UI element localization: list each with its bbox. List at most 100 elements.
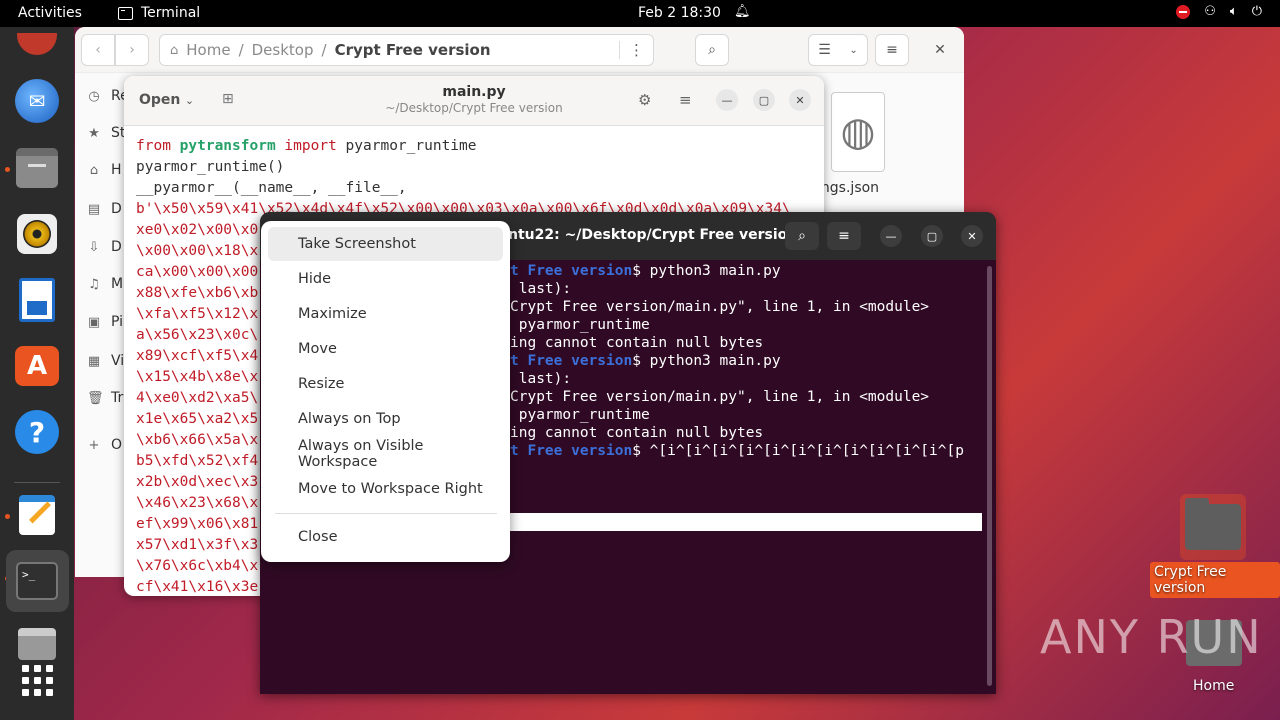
menu-move-to-workspace-right[interactable]: Move to Workspace Right: [268, 472, 503, 506]
path-home[interactable]: Home: [186, 41, 230, 59]
disk-icon: [18, 628, 56, 660]
trash-icon: 🗑︎: [87, 390, 104, 406]
search-icon: ⌕: [708, 42, 716, 58]
help-icon: ?: [15, 410, 59, 454]
terminal-output[interactable]: t Free version$ python3 main.py last): C…: [510, 262, 964, 460]
close-icon: ✕: [967, 229, 977, 243]
chevron-left-icon: ‹: [95, 42, 101, 58]
dock-files[interactable]: [14, 145, 60, 191]
files-menu-button[interactable]: ≡: [875, 34, 909, 66]
close-icon: ✕: [795, 93, 805, 107]
picture-icon: ▣: [87, 314, 101, 330]
plus-icon: +: [88, 437, 100, 453]
menu-maximize[interactable]: Maximize: [268, 297, 503, 331]
settings-icon[interactable]: ⚙: [638, 91, 651, 109]
menu-resize[interactable]: Resize: [268, 367, 503, 401]
app-name: Terminal: [141, 5, 201, 21]
app-menu[interactable]: Terminal: [118, 5, 200, 21]
list-view-icon: ☰: [818, 42, 831, 58]
editor-header: Open ⌄ ⊞ main.py ~/Desktop/Crypt Free ve…: [124, 76, 824, 126]
clock[interactable]: Feb 2 18:30: [638, 5, 721, 21]
dock-thunderbird[interactable]: ✉: [14, 78, 60, 124]
menu-take-screenshot[interactable]: Take Screenshot: [268, 227, 503, 261]
dock-text-editor[interactable]: [14, 492, 60, 538]
dock-app-partial[interactable]: [14, 21, 60, 67]
files-close-button[interactable]: ✕: [925, 34, 955, 66]
music-icon: ♫: [88, 276, 100, 292]
sidebar-item-other-locations[interactable]: + O: [87, 437, 122, 453]
text-editor-icon: [19, 495, 55, 535]
libreoffice-writer-icon: [19, 278, 55, 322]
files-icon: [16, 148, 58, 188]
menu-hide[interactable]: Hide: [268, 262, 503, 296]
new-tab-icon[interactable]: ⊞: [222, 91, 234, 107]
json-file-item[interactable]: ◍ ngs.json: [815, 92, 885, 196]
sidebar-item-home[interactable]: ⌂ H: [87, 162, 122, 178]
search-icon: ⌕: [798, 228, 806, 244]
open-button[interactable]: Open ⌄: [139, 92, 194, 108]
terminal-cursor-line: [510, 513, 982, 531]
path-current[interactable]: Crypt Free version: [335, 41, 491, 59]
back-button[interactable]: ‹: [81, 34, 115, 66]
dock-app-center[interactable]: A: [14, 343, 60, 389]
terminal-close-button[interactable]: ✕: [961, 225, 983, 247]
window-context-menu: Take Screenshot Hide Maximize Move Resiz…: [261, 221, 510, 562]
show-apps-button[interactable]: [14, 657, 60, 703]
terminal-menu-button[interactable]: ≡: [827, 222, 861, 250]
sidebar-item-documents[interactable]: ▤ D: [87, 201, 122, 217]
home-icon: ⌂: [89, 162, 99, 178]
path-desktop[interactable]: Desktop: [252, 41, 314, 59]
dock-writer[interactable]: [14, 277, 60, 323]
sidebar-item-starred[interactable]: ★ St: [87, 125, 125, 141]
menu-always-on-visible-workspace[interactable]: Always on Visible Workspace: [268, 437, 503, 471]
sidebar-item-pictures[interactable]: ▣ Pi: [87, 314, 123, 330]
terminal-maximize-button[interactable]: ▢: [921, 225, 943, 247]
activities-button[interactable]: Activities: [18, 5, 82, 21]
system-tray[interactable]: ⚇ 🔈︎ ⏻: [1176, 4, 1262, 19]
path-menu-icon[interactable]: ⋮: [619, 41, 653, 59]
desktop-folder-crypt-label: Crypt Free version: [1150, 562, 1280, 598]
menu-close[interactable]: Close: [268, 520, 503, 554]
terminal-icon: [118, 6, 133, 20]
editor-close-button[interactable]: ✕: [789, 89, 811, 111]
view-toggle[interactable]: ☰ ⌄: [808, 34, 868, 66]
editor-title: main.py: [442, 84, 506, 100]
folder-icon: [1185, 498, 1241, 550]
dock-help[interactable]: ?: [14, 409, 60, 455]
sidebar-item-recent[interactable]: ◷ Re: [87, 88, 128, 104]
desktop-folder-crypt[interactable]: [1180, 494, 1246, 560]
terminal-title: ntu22: ~/Desktop/Crypt Free version: [508, 227, 798, 243]
app-grid-icon: [21, 664, 53, 696]
hamburger-icon: ≡: [838, 228, 850, 244]
home-icon: ⌂: [170, 42, 179, 58]
anyrun-watermark: ANY RUN: [1040, 610, 1263, 664]
sidebar-item-downloads[interactable]: ⇩ D: [87, 239, 122, 255]
menu-always-on-top[interactable]: Always on Top: [268, 402, 503, 436]
files-header: ‹ › ⌂ Home / Desktop / Crypt Free versio…: [75, 27, 964, 73]
minimize-button[interactable]: —: [716, 89, 738, 111]
chevron-down-icon: ⌄: [184, 94, 195, 107]
forward-button[interactable]: ›: [115, 34, 149, 66]
terminal-scrollbar[interactable]: [987, 266, 992, 686]
menu-move[interactable]: Move: [268, 332, 503, 366]
path-bar[interactable]: ⌂ Home / Desktop / Crypt Free version ⋮: [159, 34, 654, 66]
terminal-minimize-button[interactable]: —: [880, 225, 902, 247]
recording-indicator-icon[interactable]: [1176, 4, 1191, 19]
maximize-icon: ▢: [758, 93, 770, 107]
sidebar-item-trash[interactable]: 🗑︎ Tr: [87, 390, 123, 406]
maximize-button[interactable]: ▢: [753, 89, 775, 111]
notification-bell-icon: 🔔︎: [734, 4, 751, 19]
power-icon: ⏻: [1251, 4, 1262, 19]
minimize-icon: —: [721, 93, 733, 107]
close-icon: ✕: [934, 42, 946, 58]
terminal-search-button[interactable]: ⌕: [785, 222, 819, 250]
maximize-icon: ▢: [926, 229, 938, 243]
sidebar-item-videos[interactable]: ▦ Vi: [87, 353, 124, 369]
sidebar-item-music[interactable]: ♫ M: [87, 276, 123, 292]
search-button[interactable]: ⌕: [695, 34, 729, 66]
dock-terminal[interactable]: >_: [14, 558, 60, 604]
editor-menu-icon[interactable]: ≡: [679, 91, 692, 109]
hamburger-icon: ≡: [886, 42, 898, 58]
dock-rhythmbox[interactable]: [14, 211, 60, 257]
json-file-label: ngs.json: [820, 180, 880, 196]
